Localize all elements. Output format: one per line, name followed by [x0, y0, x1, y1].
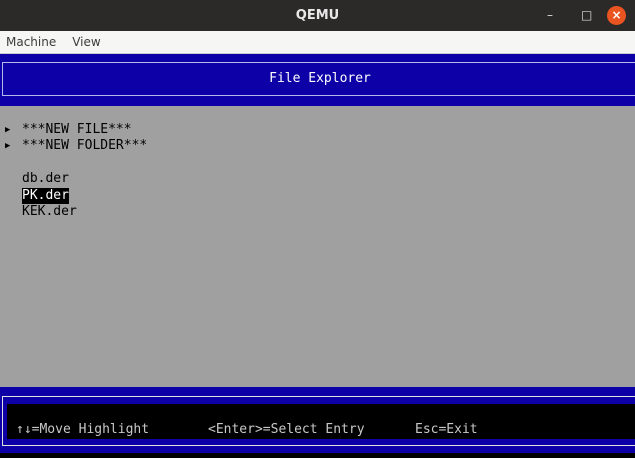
window-title: QEMU: [295, 8, 340, 23]
file-entry-pk-selected[interactable]: PK.der: [22, 188, 69, 204]
arrow-right-icon: ▶: [5, 125, 11, 135]
new-file-entry[interactable]: ***NEW FILE***: [22, 122, 132, 138]
new-folder-entry[interactable]: ***NEW FOLDER***: [22, 138, 147, 154]
menu-view[interactable]: View: [72, 35, 100, 49]
file-entry-kek[interactable]: KEK.der: [22, 204, 77, 220]
arrow-right-icon: ▶: [5, 141, 11, 151]
file-list: ▶ ***NEW FILE*** ▶ ***NEW FOLDER*** db.d…: [0, 106, 635, 387]
page-title: File Explorer: [2, 62, 635, 96]
footer: ↑↓=Move Highlight <Enter>=Select Entry E…: [0, 387, 635, 453]
help-move: ↑↓=Move Highlight: [16, 422, 150, 437]
menu-machine[interactable]: Machine: [6, 35, 56, 49]
header: File Explorer: [0, 54, 635, 106]
maximize-button[interactable]: □: [581, 0, 592, 31]
minimize-button[interactable]: –: [547, 0, 553, 31]
help-bar: ↑↓=Move Highlight <Enter>=Select Entry E…: [7, 404, 635, 439]
help-select: <Enter>=Select Entry: [208, 422, 365, 437]
menu-bar: Machine View: [0, 31, 635, 54]
help-box: ↑↓=Move Highlight <Enter>=Select Entry E…: [2, 396, 635, 446]
help-exit: Esc=Exit: [415, 422, 478, 437]
window-title-bar: QEMU – □ ×: [0, 0, 635, 31]
close-button[interactable]: ×: [607, 6, 626, 25]
file-entry-db[interactable]: db.der: [22, 171, 69, 187]
